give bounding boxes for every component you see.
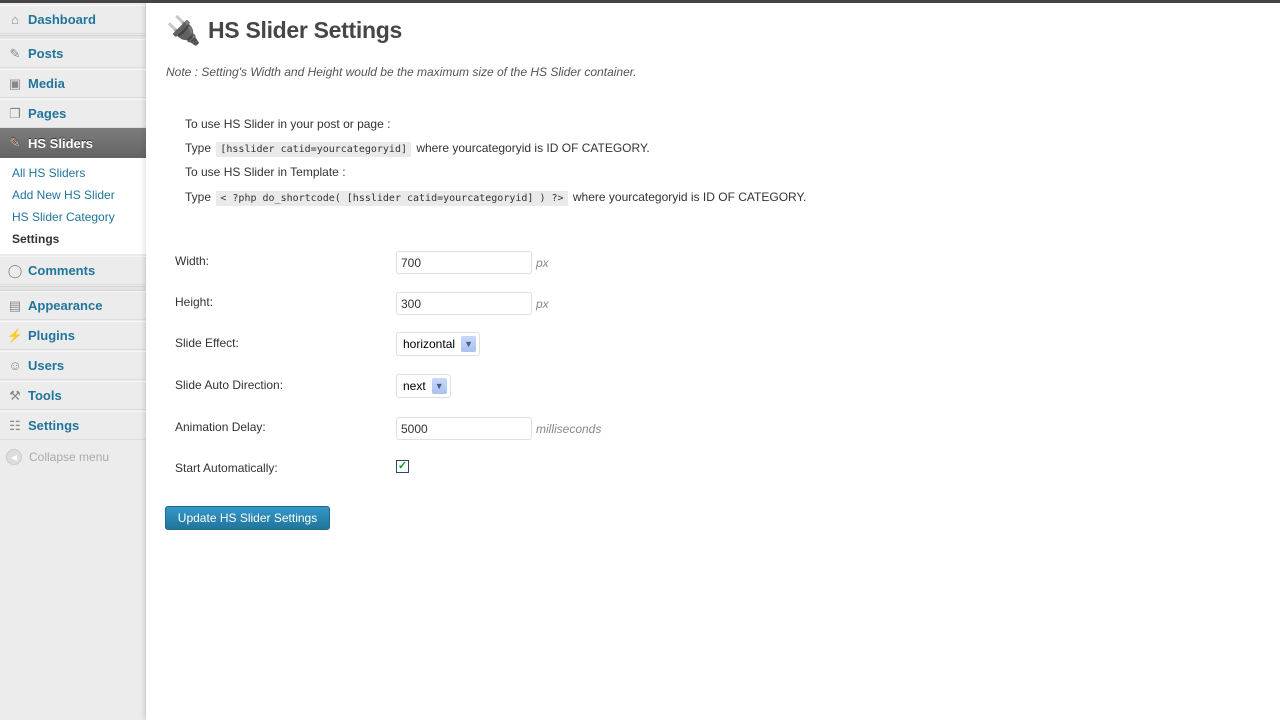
menu-pages[interactable]: ❐ Pages bbox=[0, 99, 146, 128]
start-auto-label: Start Automatically: bbox=[175, 461, 278, 475]
animation-delay-input[interactable] bbox=[396, 417, 532, 440]
menu-hs-sliders[interactable]: ✎ HS Sliders bbox=[0, 128, 155, 158]
hs-sliders-submenu: All HS Sliders Add New HS Slider HS Slid… bbox=[0, 158, 146, 254]
submenu-settings[interactable]: Settings bbox=[0, 231, 146, 253]
pin-icon: ✎ bbox=[9, 135, 21, 150]
users-icon: ☺ bbox=[8, 358, 22, 373]
template-usage-heading: To use HS Slider in Template : bbox=[185, 165, 346, 179]
height-input[interactable] bbox=[396, 292, 532, 315]
menu-posts[interactable]: ✎ Posts bbox=[0, 39, 146, 68]
collapse-label: Collapse menu bbox=[29, 450, 110, 464]
template-usage-line: Type < ?php do_shortcode( [hsslider cati… bbox=[185, 190, 807, 206]
submenu-hs-slider-category[interactable]: HS Slider Category bbox=[0, 209, 146, 231]
note-text: Note : Setting's Width and Height would … bbox=[166, 65, 637, 79]
update-settings-button[interactable]: Update HS Slider Settings bbox=[165, 506, 330, 530]
plug-icon: ⚡ bbox=[6, 327, 24, 343]
post-shortcode: [hsslider catid=yourcategoryid] bbox=[216, 142, 411, 157]
type-label: Type bbox=[185, 141, 212, 155]
menu-tools[interactable]: ⚒ Tools bbox=[0, 381, 146, 410]
appearance-icon: ▤ bbox=[8, 297, 22, 313]
post-suffix: where yourcategoryid is ID OF CATEGORY. bbox=[416, 141, 650, 155]
menu-settings[interactable]: ☷ Settings bbox=[0, 411, 146, 440]
main-content: 🔌 HS Slider Settings Note : Setting's Wi… bbox=[146, 3, 1280, 720]
width-input[interactable] bbox=[396, 251, 532, 274]
chevron-down-icon: ▼ bbox=[431, 378, 447, 394]
template-shortcode: < ?php do_shortcode( [hsslider catid=you… bbox=[216, 191, 568, 206]
submenu-all-hs-sliders[interactable]: All HS Sliders bbox=[0, 165, 146, 187]
slide-effect-value: horizontal bbox=[403, 337, 456, 351]
menu-label: Plugins bbox=[28, 328, 75, 343]
menu-users[interactable]: ☺ Users bbox=[0, 351, 146, 380]
plug-icon: 🔌 bbox=[166, 15, 201, 46]
menu-label: HS Sliders bbox=[28, 135, 94, 151]
animation-delay-label: Animation Delay: bbox=[175, 420, 266, 434]
settings-icon: ☷ bbox=[9, 417, 21, 433]
menu-label: Tools bbox=[28, 388, 62, 403]
menu-label: Posts bbox=[28, 46, 64, 61]
menu-label: Pages bbox=[28, 106, 67, 121]
menu-comments[interactable]: ◯ Comments bbox=[0, 256, 146, 285]
slide-effect-label: Slide Effect: bbox=[175, 336, 239, 350]
animation-delay-unit: milliseconds bbox=[536, 422, 602, 436]
pin-icon: ✎ bbox=[9, 45, 21, 61]
slide-direction-select[interactable]: next ▼ bbox=[396, 374, 451, 398]
chevron-down-icon: ▼ bbox=[461, 336, 477, 352]
comment-icon: ◯ bbox=[7, 262, 23, 278]
media-icon: ▣ bbox=[8, 75, 22, 91]
page-title: HS Slider Settings bbox=[208, 17, 402, 43]
post-usage-line: Type [hsslider catid=yourcategoryid] whe… bbox=[185, 141, 650, 157]
height-unit: px bbox=[536, 297, 549, 311]
menu-label: Settings bbox=[28, 418, 80, 433]
admin-sidebar: ⌂ Dashboard ✎ Posts ▣ Media ❐ Pages ✎ HS Slid… bbox=[0, 3, 155, 720]
pages-icon: ❐ bbox=[9, 105, 21, 121]
template-suffix: where yourcategoryid is ID OF CATEGORY. bbox=[572, 190, 807, 204]
menu-plugins[interactable]: ⚡ Plugins bbox=[0, 321, 146, 350]
slide-effect-select[interactable]: horizontal ▼ bbox=[396, 332, 481, 356]
menu-label: Dashboard bbox=[28, 12, 96, 27]
menu-label: Comments bbox=[28, 263, 96, 278]
submenu-add-new-hs-slider[interactable]: Add New HS Slider bbox=[0, 187, 146, 209]
slide-direction-value: next bbox=[403, 379, 426, 393]
type-label: Type bbox=[185, 190, 212, 204]
collapse-menu-button[interactable]: ◀ Collapse menu bbox=[6, 449, 109, 465]
post-usage-heading: To use HS Slider in your post or page : bbox=[185, 117, 391, 131]
menu-appearance[interactable]: ▤ Appearance bbox=[0, 291, 146, 320]
start-auto-checkbox[interactable]: ✓ bbox=[396, 460, 409, 473]
menu-media[interactable]: ▣ Media bbox=[0, 69, 146, 98]
menu-label: Users bbox=[28, 358, 65, 373]
width-label: Width: bbox=[175, 254, 210, 268]
menu-label: Media bbox=[28, 76, 65, 91]
menu-dashboard[interactable]: ⌂ Dashboard bbox=[0, 5, 146, 34]
tools-icon: ⚒ bbox=[9, 387, 21, 403]
slide-direction-label: Slide Auto Direction: bbox=[175, 378, 284, 392]
collapse-arrow-icon: ◀ bbox=[6, 449, 22, 465]
menu-label: Appearance bbox=[28, 298, 103, 313]
check-icon: ✓ bbox=[397, 460, 408, 472]
width-unit: px bbox=[536, 256, 549, 270]
height-label: Height: bbox=[175, 295, 214, 309]
home-icon: ⌂ bbox=[11, 12, 19, 27]
